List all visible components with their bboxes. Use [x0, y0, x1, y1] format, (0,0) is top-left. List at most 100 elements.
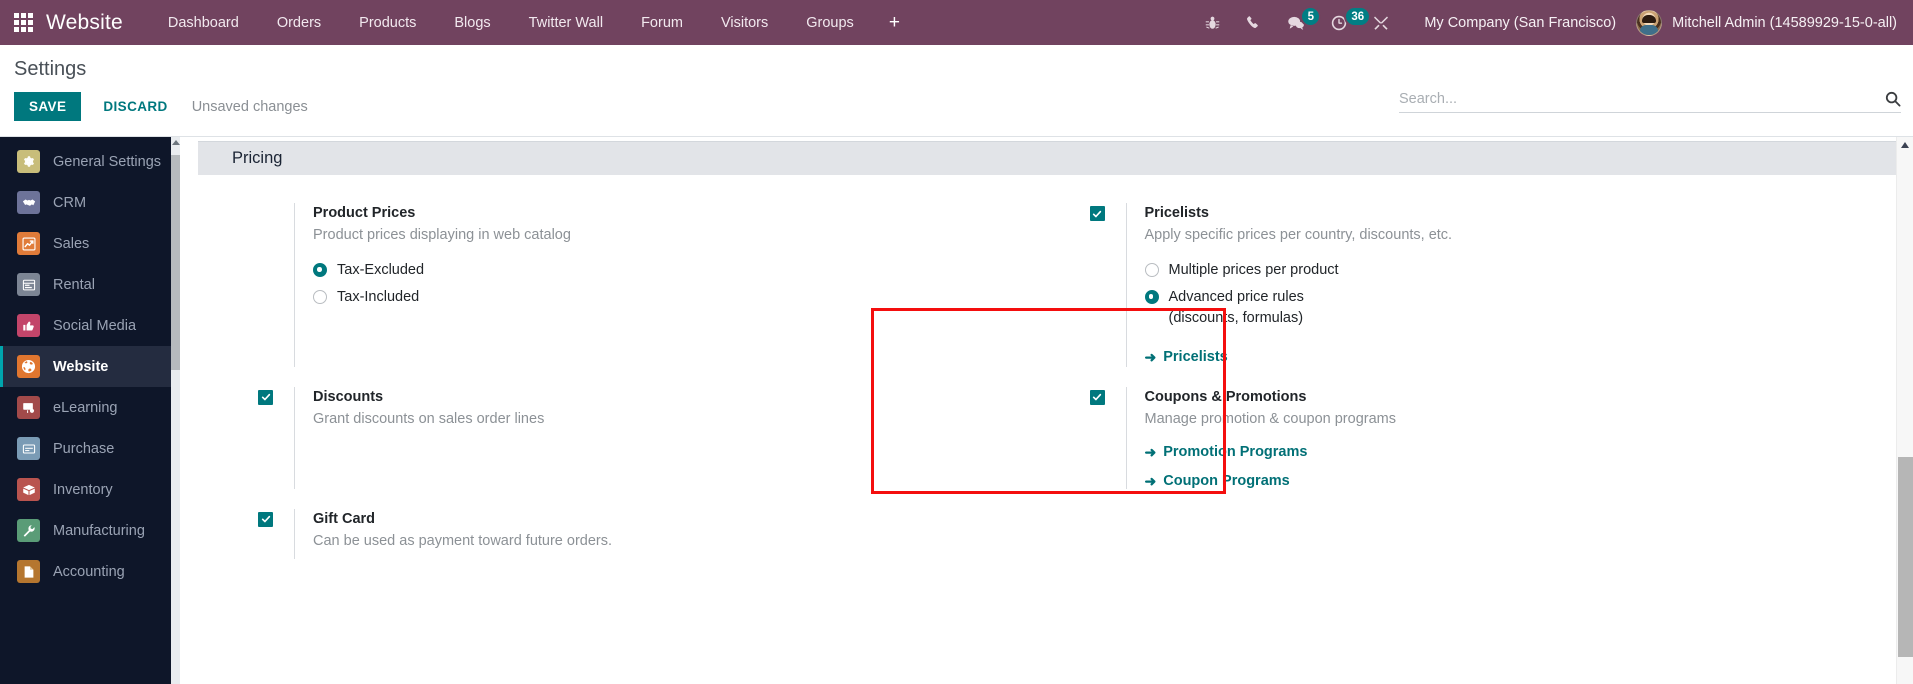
tools-button[interactable] — [1360, 0, 1402, 45]
sidebar-item-label: Accounting — [53, 563, 125, 580]
settings-content: Pricing Product Prices Product prices di… — [180, 137, 1913, 684]
debug-bug-button[interactable] — [1192, 0, 1233, 45]
pricelists-checkbox[interactable] — [1089, 206, 1105, 221]
sidebar-item-elearning[interactable]: eLearning — [0, 387, 180, 428]
radio-label: Advanced price rules (discounts, formula… — [1168, 288, 1304, 326]
sidebar-item-label: Inventory — [53, 481, 113, 498]
sidebar-item-label: eLearning — [53, 399, 118, 416]
radio-tax-included[interactable]: Tax-Included — [313, 287, 1024, 308]
radio-button-icon[interactable] — [1144, 262, 1159, 277]
add-menu-button[interactable]: + — [873, 7, 916, 38]
page-title: Settings — [14, 58, 87, 80]
setting-gift-card: Gift Card Can be used as payment toward … — [198, 499, 1048, 569]
scroll-up-arrow-icon[interactable] — [172, 140, 180, 145]
thumbs-up-icon — [17, 314, 40, 337]
user-name-label: Mitchell Admin (14589929-15-0-all) — [1672, 14, 1897, 31]
menu-item-forum[interactable]: Forum — [622, 3, 702, 43]
sidebar-item-inventory[interactable]: Inventory — [0, 469, 180, 510]
radio-advanced-price-rules[interactable]: Advanced price rules (discounts, formula… — [1144, 287, 1874, 329]
coupons-promotions-checkbox[interactable] — [1089, 389, 1105, 405]
main-menu: Dashboard Orders Products Blogs Twitter … — [149, 3, 916, 43]
gear-icon — [17, 150, 40, 173]
link-label: Pricelists — [1163, 348, 1228, 365]
sidebar-item-website[interactable]: Website — [0, 346, 180, 387]
link-label: Promotion Programs — [1163, 443, 1308, 460]
presentation-icon — [17, 396, 40, 419]
bug-icon — [1206, 16, 1220, 29]
unsaved-changes-status: Unsaved changes — [191, 98, 308, 115]
no-control-spacer — [258, 203, 294, 367]
scrollbar-thumb[interactable] — [1898, 457, 1913, 657]
setting-label: Pricelists — [1144, 205, 1210, 221]
discounts-checkbox[interactable] — [258, 389, 273, 405]
setting-help-text: Product prices displaying in web catalog — [313, 227, 571, 244]
control-panel: Settings SAVE DISCARD Unsaved changes — [0, 45, 1913, 137]
sidebar-item-label: General Settings — [53, 153, 162, 170]
activities-button[interactable]: 36 — [1318, 0, 1372, 45]
search-bar — [1399, 91, 1901, 113]
card-icon — [17, 437, 40, 460]
sidebar-item-crm[interactable]: CRM — [0, 182, 180, 223]
search-input[interactable] — [1399, 91, 1877, 107]
search-icon[interactable] — [1877, 91, 1901, 107]
calendar-icon — [17, 273, 40, 296]
radio-button-icon[interactable] — [313, 262, 327, 277]
sidebar-item-purchase[interactable]: Purchase — [0, 428, 180, 469]
sidebar-item-label: CRM — [53, 194, 87, 211]
wrench-icon — [17, 519, 40, 542]
sidebar-item-label: Manufacturing — [53, 522, 145, 539]
brand-title[interactable]: Website — [46, 11, 123, 35]
menu-item-twitter-wall[interactable]: Twitter Wall — [510, 3, 622, 43]
globe-icon — [17, 355, 40, 378]
setting-label: Gift Card — [313, 510, 376, 527]
sidebar-item-label: Purchase — [53, 440, 115, 457]
company-selector[interactable]: My Company (San Francisco) — [1402, 15, 1630, 31]
voip-phone-button[interactable] — [1233, 0, 1274, 45]
setting-label: Coupons & Promotions — [1144, 388, 1307, 405]
sidebar-item-general-settings[interactable]: General Settings — [0, 141, 180, 182]
arrow-right-icon: ➜ — [1144, 472, 1157, 489]
scrollbar-thumb[interactable] — [171, 155, 180, 370]
apps-menu-button[interactable] — [0, 0, 46, 45]
sidebar-item-label: Sales — [53, 235, 90, 252]
menu-item-groups[interactable]: Groups — [787, 3, 873, 43]
menu-item-visitors[interactable]: Visitors — [702, 3, 787, 43]
gift-card-checkbox[interactable] — [258, 511, 273, 527]
setting-coupons-promotions: Coupons & Promotions Manage promotion & … — [1048, 377, 1898, 499]
chart-up-icon — [17, 232, 40, 255]
link-label: Coupon Programs — [1163, 472, 1290, 489]
discard-button[interactable]: DISCARD — [89, 92, 181, 121]
tools-icon — [1374, 16, 1389, 30]
link-pricelists[interactable]: ➜ Pricelists — [1145, 349, 1228, 365]
link-promotion-programs[interactable]: ➜ Promotion Programs — [1145, 444, 1874, 460]
menu-item-blogs[interactable]: Blogs — [435, 3, 509, 43]
handshake-icon — [17, 191, 40, 214]
check-icon — [261, 394, 270, 401]
section-title-pricing: Pricing — [198, 141, 1897, 175]
menu-item-dashboard[interactable]: Dashboard — [149, 3, 258, 43]
link-coupon-programs[interactable]: ➜ Coupon Programs — [1145, 473, 1874, 489]
menu-item-orders[interactable]: Orders — [258, 3, 340, 43]
sidebar-item-manufacturing[interactable]: Manufacturing — [0, 510, 180, 551]
product-prices-radio-group: Tax-Excluded Tax-Included — [313, 260, 1024, 308]
content-scrollbar[interactable] — [1896, 137, 1913, 684]
arrow-right-icon: ➜ — [1144, 443, 1157, 460]
save-button[interactable]: SAVE — [14, 92, 82, 121]
sidebar-item-rental[interactable]: Rental — [0, 264, 180, 305]
sidebar-item-social-media[interactable]: Social Media — [0, 305, 180, 346]
setting-help-text: Manage promotion & coupon programs — [1144, 410, 1396, 427]
scroll-up-arrow-icon[interactable] — [1901, 142, 1909, 148]
sidebar-scrollbar[interactable] — [171, 137, 180, 684]
sidebar-item-sales[interactable]: Sales — [0, 223, 180, 264]
menu-item-products[interactable]: Products — [340, 3, 435, 43]
messages-button[interactable]: 5 — [1274, 0, 1322, 45]
radio-button-icon[interactable] — [313, 289, 327, 304]
sidebar-item-accounting[interactable]: Accounting — [0, 551, 180, 592]
radio-multiple-prices-per-product[interactable]: Multiple prices per product — [1144, 260, 1874, 281]
radio-button-icon[interactable] — [1144, 289, 1159, 304]
user-menu[interactable]: Mitchell Admin (14589929-15-0-all) — [1630, 9, 1897, 36]
setting-help-text: Grant discounts on sales order lines — [313, 410, 545, 427]
radio-tax-excluded[interactable]: Tax-Excluded — [313, 260, 1024, 281]
check-icon — [261, 515, 270, 523]
settings-sidebar: General Settings CRM Sales Rental Social — [0, 137, 180, 684]
